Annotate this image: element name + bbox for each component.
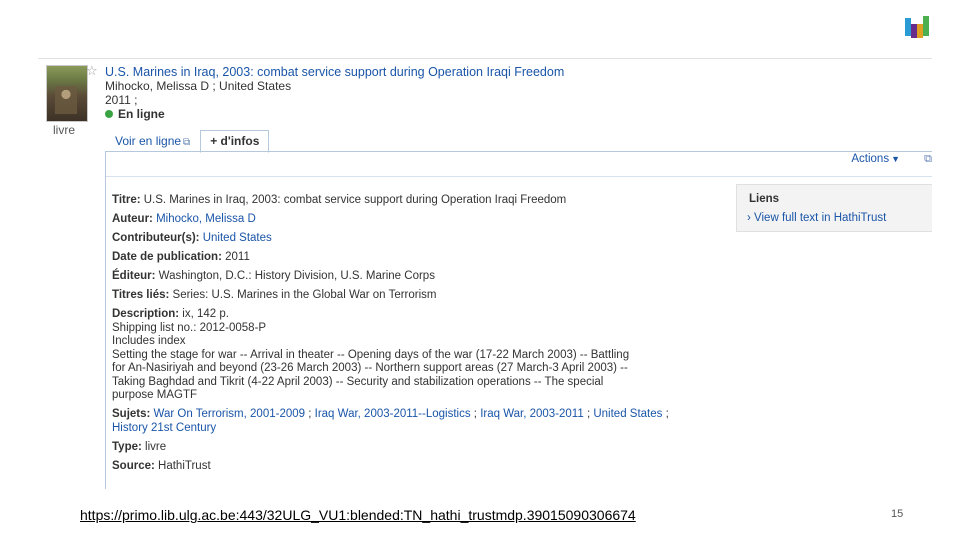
source-url-link[interactable]: https://primo.lib.ulg.ac.be:443/32ULG_VU… bbox=[80, 507, 636, 523]
description-line: purpose MAGTF bbox=[112, 389, 197, 401]
description-line: Setting the stage for war -- Arrival in … bbox=[112, 348, 630, 361]
subject-separator: ; bbox=[583, 408, 594, 420]
description-line: for An-Nasiriyah and beyond (23-26 March… bbox=[112, 362, 628, 374]
field-value: ix, 142 p. bbox=[182, 308, 229, 320]
subject-link[interactable]: War On Terrorism, 2001-2009 bbox=[154, 408, 305, 420]
field-source: Source: HathiTrust bbox=[112, 460, 722, 474]
field-value: livre bbox=[145, 440, 167, 453]
field-label: Type: bbox=[112, 440, 142, 453]
university-logo bbox=[905, 14, 929, 40]
catalog-screenshot: ☆ livre U.S. Marines in Iraq, 2003: comb… bbox=[38, 58, 932, 489]
record-tabs: Voir en ligne ⧉ + d'infos bbox=[105, 130, 270, 153]
field-value: HathiTrust bbox=[158, 459, 211, 472]
description-line: Taking Baghdad and Tikrit (4-22 April 20… bbox=[112, 375, 604, 388]
field-date: Date de publication: 2011 bbox=[112, 251, 722, 265]
record-type-label: livre bbox=[53, 123, 76, 137]
field-type: Type: livre bbox=[112, 441, 722, 455]
field-titres-lies: Titres liés: Series: U.S. Marines in the… bbox=[112, 289, 722, 303]
hathitrust-full-text-link[interactable]: › View full text in HathiTrust bbox=[747, 212, 886, 224]
field-label: Éditeur: bbox=[112, 270, 156, 282]
field-label: Description: bbox=[112, 308, 180, 320]
field-editeur: Éditeur: Washington, D.C.: History Divis… bbox=[112, 270, 722, 284]
details-toolbar: Actions ▼ ⧉ bbox=[106, 152, 932, 177]
field-value: 2011 bbox=[225, 251, 250, 263]
tab-plus-infos[interactable]: + d'infos bbox=[200, 130, 270, 153]
field-label: Source: bbox=[112, 459, 155, 472]
record-title-link[interactable]: U.S. Marines in Iraq, 2003: combat servi… bbox=[105, 65, 564, 79]
links-title: Liens bbox=[749, 193, 780, 205]
field-contributeur: Contributeur(s): United States bbox=[112, 232, 722, 246]
subject-link[interactable]: Iraq War, 2003-2011--Logistics bbox=[315, 408, 471, 420]
field-sujets: Sujets: War On Terrorism, 2001-2009 ; Ir… bbox=[112, 408, 722, 435]
actions-label: Actions bbox=[851, 153, 890, 165]
subject-separator: ; bbox=[470, 408, 481, 420]
field-titre: Titre: U.S. Marines in Iraq, 2003: comba… bbox=[112, 194, 722, 208]
field-label: Titres liés: bbox=[112, 289, 170, 301]
field-value: Washington, D.C.: History Division, U.S.… bbox=[158, 270, 435, 282]
contributor-link[interactable]: United States bbox=[203, 232, 272, 244]
field-auteur: Auteur: Mihocko, Melissa D bbox=[112, 213, 722, 227]
links-box: Liens › View full text in HathiTrust bbox=[736, 184, 932, 232]
field-label: Contributeur(s): bbox=[112, 232, 200, 244]
record-author-line: Mihocko, Melissa D ; United States bbox=[105, 79, 292, 93]
description-line: Includes index bbox=[112, 335, 186, 347]
field-label: Sujets: bbox=[112, 408, 151, 420]
description-line: Shipping list no.: 2012-0058-P bbox=[112, 321, 267, 334]
field-label: Date de publication: bbox=[112, 251, 222, 263]
field-value: Series: U.S. Marines in the Global War o… bbox=[172, 289, 437, 301]
star-icon[interactable]: ☆ bbox=[86, 63, 98, 79]
subject-link[interactable]: 21st Century bbox=[151, 422, 216, 434]
field-label: Auteur: bbox=[112, 213, 153, 225]
tab-voir-en-ligne-label: Voir en ligne bbox=[115, 134, 182, 148]
field-description: Description: ix, 142 p. Shipping list no… bbox=[112, 308, 722, 403]
record-date-line: 2011 ; bbox=[105, 93, 138, 107]
tab-voir-en-ligne[interactable]: Voir en ligne ⧉ bbox=[105, 130, 200, 153]
availability-label: En ligne bbox=[118, 107, 165, 121]
book-cover-thumbnail[interactable] bbox=[46, 65, 88, 122]
actions-menu-button[interactable]: Actions ▼ bbox=[851, 153, 900, 165]
subject-link[interactable]: Iraq War, 2003-2011 bbox=[480, 408, 584, 420]
record-details: Titre: U.S. Marines in Iraq, 2003: comba… bbox=[112, 194, 722, 479]
external-link-icon: ⧉ bbox=[183, 137, 191, 148]
field-value: U.S. Marines in Iraq, 2003: combat servi… bbox=[143, 194, 567, 206]
open-new-window-icon[interactable]: ⧉ bbox=[924, 153, 932, 166]
details-panel: Actions ▼ ⧉ Titre: U.S. Marines in Iraq, … bbox=[105, 151, 932, 489]
subject-separator: ; bbox=[305, 408, 315, 420]
subject-link[interactable]: History bbox=[112, 422, 148, 434]
chevron-down-icon: ▼ bbox=[891, 154, 900, 164]
tab-plus-infos-label: + d'infos bbox=[210, 134, 260, 148]
subject-link[interactable]: United States bbox=[593, 408, 662, 420]
author-link[interactable]: Mihocko, Melissa D bbox=[156, 213, 256, 225]
online-status-dot-icon bbox=[105, 110, 113, 118]
slide-page-number: 15 bbox=[891, 508, 904, 520]
subject-separator: ; bbox=[662, 408, 669, 420]
availability-status[interactable]: En ligne bbox=[105, 107, 165, 121]
field-label: Titre: bbox=[112, 194, 141, 206]
